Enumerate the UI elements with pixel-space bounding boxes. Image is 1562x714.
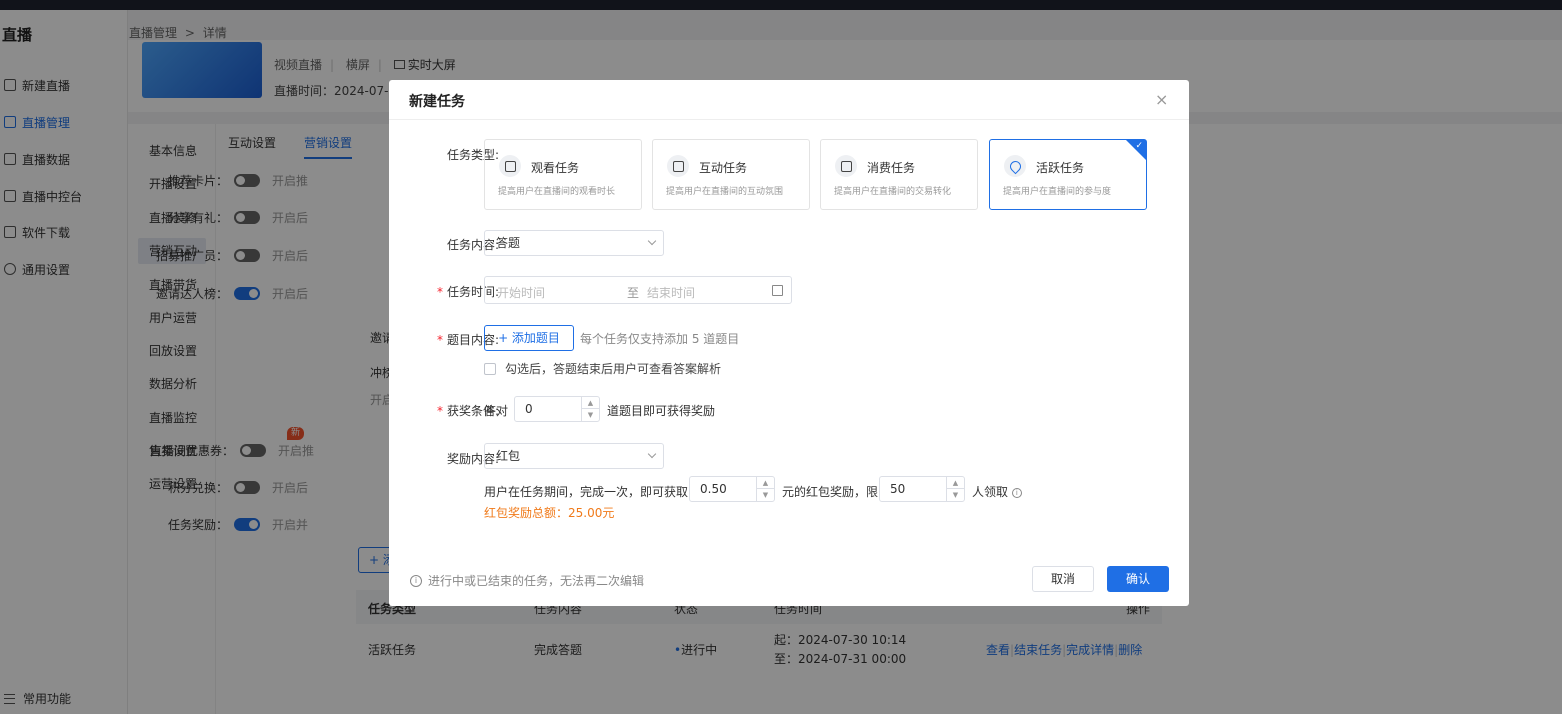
bag-icon	[835, 155, 857, 177]
info-icon[interactable]: i	[1011, 487, 1022, 498]
footer-note-text: 进行中或已结束的任务，无法再二次编辑	[428, 574, 645, 588]
calendar-icon	[772, 285, 783, 296]
reward-text-3: 人领取	[972, 485, 1009, 499]
task-time-range-picker[interactable]: 开始时间 至 结束时间	[484, 276, 792, 304]
award-cond-prefix: 答对	[484, 404, 509, 418]
correct-count-stepper[interactable]: 0 ▲ ▼	[514, 396, 600, 422]
question-hint: 每个任务仅支持添加 5 道题目	[580, 332, 740, 346]
reward-value: 红包	[496, 449, 521, 463]
award-cond-suffix: 道题目即可获得奖励	[607, 404, 716, 418]
check-icon: ✓	[1135, 141, 1143, 151]
stepper-buttons: ▲ ▼	[581, 397, 599, 421]
close-icon[interactable]: ×	[1155, 90, 1168, 109]
reward-limit-value: 50	[890, 482, 906, 496]
end-time-input[interactable]: 结束时间	[647, 284, 695, 301]
task-type-desc: 提高用户在直播间的互动氛围	[666, 187, 784, 197]
required-mark: *	[436, 285, 443, 299]
show-answer-option: 勾选后，答题结束后用户可查看答案解析	[484, 360, 721, 377]
dialog-title: 新建任务	[409, 94, 465, 110]
task-type-desc: 提高用户在直播间的观看时长	[498, 187, 616, 197]
task-time-label: * 任务时间:	[389, 283, 499, 300]
award-condition-label: * 获奖条件:	[389, 402, 499, 419]
increment-icon[interactable]: ▲	[582, 397, 599, 409]
reward-label: 奖励内容:	[446, 452, 499, 466]
task-type-name: 观看任务	[531, 161, 580, 175]
play-icon	[499, 155, 521, 177]
required-mark: *	[436, 404, 443, 418]
reward-total: 红包奖励总额：25.00元	[484, 506, 615, 520]
task-content-select[interactable]: 答题	[484, 230, 664, 256]
task-type-interact[interactable]: 互动任务 提高用户在直播间的互动氛围	[652, 139, 810, 210]
chevron-down-icon	[647, 236, 657, 246]
task-type-name: 活跃任务	[1036, 161, 1085, 175]
reward-select[interactable]: 红包	[484, 443, 664, 469]
flame-icon	[1004, 155, 1026, 177]
task-type-desc: 提高用户在直播间的交易转化	[834, 187, 952, 197]
decrement-icon[interactable]: ▼	[757, 489, 774, 501]
stepper-buttons: ▲ ▼	[946, 477, 964, 501]
reward-amount-value: 0.50	[700, 482, 727, 496]
correct-count-value: 0	[525, 402, 533, 416]
decrement-icon[interactable]: ▼	[947, 489, 964, 501]
task-type-active[interactable]: 活跃任务 提高用户在直播间的参与度 ✓	[989, 139, 1147, 210]
stepper-buttons: ▲ ▼	[756, 477, 774, 501]
range-separator: 至	[627, 286, 640, 300]
reward-text-2: 元的红包奖励，限	[782, 485, 879, 499]
comment-icon	[667, 155, 689, 177]
task-type-desc: 提高用户在直播间的参与度	[1003, 187, 1112, 197]
info-icon: i	[410, 574, 422, 587]
task-content-label: 任务内容:	[446, 238, 499, 252]
task-type-name: 消费任务	[867, 161, 916, 175]
question-label: * 题目内容:	[389, 331, 499, 348]
increment-icon[interactable]: ▲	[947, 477, 964, 489]
new-task-dialog: 新建任务 × 任务类型: 观看任务 提高用户在直播间的观看时长 互动任务 提高用…	[389, 80, 1189, 606]
task-type-consume[interactable]: 消费任务 提高用户在直播间的交易转化	[820, 139, 978, 210]
footer-note: i 进行中或已结束的任务，无法再二次编辑	[410, 572, 644, 589]
task-type-label: 任务类型:	[446, 148, 499, 162]
task-type-name: 互动任务	[699, 161, 748, 175]
reward-amount-stepper[interactable]: 0.50 ▲ ▼	[689, 476, 775, 502]
cancel-button[interactable]: 取消	[1032, 566, 1094, 592]
show-answer-text: 勾选后，答题结束后用户可查看答案解析	[505, 362, 722, 376]
increment-icon[interactable]: ▲	[757, 477, 774, 489]
required-mark: *	[436, 333, 443, 347]
add-question-button[interactable]: + 添加题目	[484, 325, 574, 351]
task-content-value: 答题	[496, 236, 521, 250]
reward-text-1: 用户在任务期间，完成一次，即可获取	[484, 485, 689, 499]
decrement-icon[interactable]: ▼	[582, 409, 599, 421]
dialog-header: 新建任务 ×	[389, 80, 1189, 120]
confirm-button[interactable]: 确认	[1107, 566, 1169, 592]
reward-limit-stepper[interactable]: 50 ▲ ▼	[879, 476, 965, 502]
chevron-down-icon	[647, 449, 657, 459]
reward-limit-unit: 人领取 i	[972, 483, 1022, 500]
show-answer-checkbox[interactable]	[484, 362, 496, 375]
start-time-input[interactable]: 开始时间	[497, 284, 545, 301]
task-type-watch[interactable]: 观看任务 提高用户在直播间的观看时长	[484, 139, 642, 210]
